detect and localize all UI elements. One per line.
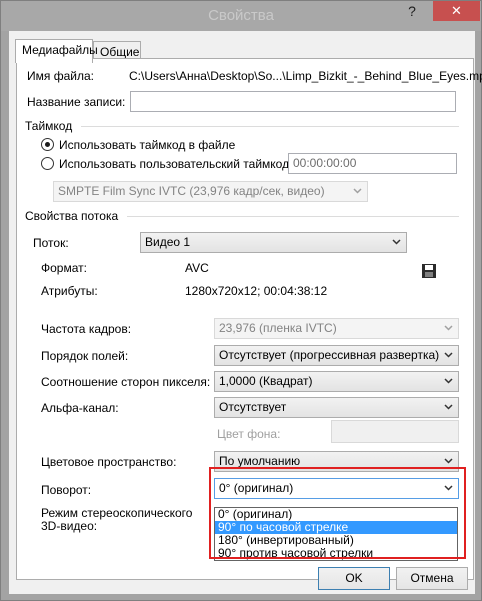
- stereo-3d-label-line2: 3D-видео:: [41, 519, 98, 533]
- stream-label: Поток:: [33, 236, 69, 250]
- field-order-value: Отсутствует (прогрессивная развертка): [219, 348, 440, 362]
- format-label: Формат:: [41, 261, 87, 275]
- frame-rate-label: Частота кадров:: [41, 322, 132, 336]
- chevron-down-icon: [392, 239, 401, 245]
- help-button[interactable]: ?: [399, 1, 425, 21]
- format-value: AVC: [185, 261, 209, 275]
- frame-rate-select[interactable]: 23,976 (пленка IVTC): [214, 318, 459, 339]
- chevron-down-icon: [444, 352, 453, 358]
- file-name-label: Имя файла:: [27, 69, 94, 83]
- background-color-swatch[interactable]: [331, 420, 459, 443]
- tab-media-files[interactable]: Медиафайлы: [15, 39, 98, 63]
- chevron-down-icon: [444, 325, 453, 331]
- radio-dot: [45, 142, 50, 147]
- color-space-value: По умолчанию: [219, 454, 301, 468]
- close-button[interactable]: ✕: [433, 1, 480, 21]
- field-order-select[interactable]: Отсутствует (прогрессивная развертка): [214, 345, 459, 366]
- pixel-aspect-label: Соотношение сторон пикселя:: [41, 375, 211, 389]
- rotation-value: 0° (оригинал): [219, 481, 294, 495]
- timecode-format-value: SMPTE Film Sync IVTC (23,976 кадр/сек, в…: [58, 184, 325, 198]
- divider: [127, 216, 459, 217]
- alpha-channel-value: Отсутствует: [219, 400, 287, 414]
- use-file-timecode-radio[interactable]: [41, 138, 54, 151]
- field-order-label: Порядок полей:: [41, 349, 129, 363]
- file-name-value: C:\Users\Анна\Desktop\So...\Limp_Bizkit_…: [129, 69, 482, 83]
- stream-select[interactable]: Видео 1: [140, 232, 407, 253]
- pixel-aspect-value: 1,0000 (Квадрат): [219, 374, 313, 388]
- properties-window: Свойства ? ✕ Медиафайлы Общие Имя файла:…: [0, 0, 482, 601]
- stream-select-value: Видео 1: [145, 235, 191, 249]
- stereo-3d-label: Режим стереоскопического: [41, 506, 193, 520]
- ok-button[interactable]: OK: [318, 567, 390, 590]
- background-color-label: Цвет фона:: [217, 427, 281, 441]
- alpha-channel-label: Альфа-канал:: [41, 401, 119, 415]
- record-name-input[interactable]: [130, 91, 456, 112]
- use-file-timecode-label: Использовать таймкод в файле: [59, 138, 236, 152]
- timecode-section-label: Таймкод: [25, 119, 73, 133]
- chevron-down-icon: [444, 378, 453, 384]
- timecode-format-select[interactable]: SMPTE Film Sync IVTC (23,976 кадр/сек, в…: [53, 181, 368, 202]
- attributes-value: 1280x720x12; 00:04:38:12: [185, 284, 328, 298]
- custom-timecode-input[interactable]: 00:00:00:00: [288, 153, 457, 174]
- chevron-down-icon: [444, 404, 453, 410]
- chevron-down-icon: [353, 188, 362, 194]
- save-icon[interactable]: [421, 263, 437, 279]
- rotation-label: Поворот:: [41, 483, 92, 497]
- divider: [81, 126, 459, 127]
- cancel-button[interactable]: Отмена: [396, 567, 468, 590]
- title-bar: Свойства ? ✕: [1, 1, 481, 31]
- frame-rate-value: 23,976 (пленка IVTC): [219, 321, 337, 335]
- color-space-select[interactable]: По умолчанию: [214, 451, 459, 472]
- rotation-select[interactable]: 0° (оригинал): [214, 478, 459, 499]
- pixel-aspect-select[interactable]: 1,0000 (Квадрат): [214, 371, 459, 392]
- alpha-channel-select[interactable]: Отсутствует: [214, 397, 459, 418]
- rotation-option[interactable]: 90° против часовой стрелки: [215, 547, 457, 560]
- use-custom-timecode-radio[interactable]: [41, 157, 54, 170]
- attributes-label: Атрибуты:: [41, 284, 98, 298]
- rotation-dropdown-list: 0° (оригинал) 90° по часовой стрелке 180…: [214, 507, 458, 561]
- color-space-label: Цветовое пространство:: [41, 455, 177, 469]
- record-name-label: Название записи:: [27, 95, 126, 109]
- stream-section-label: Свойства потока: [25, 209, 119, 223]
- chevron-down-icon: [444, 458, 453, 464]
- chevron-down-icon: [444, 485, 453, 491]
- use-custom-timecode-label: Использовать пользовательский таймкод:: [59, 157, 293, 171]
